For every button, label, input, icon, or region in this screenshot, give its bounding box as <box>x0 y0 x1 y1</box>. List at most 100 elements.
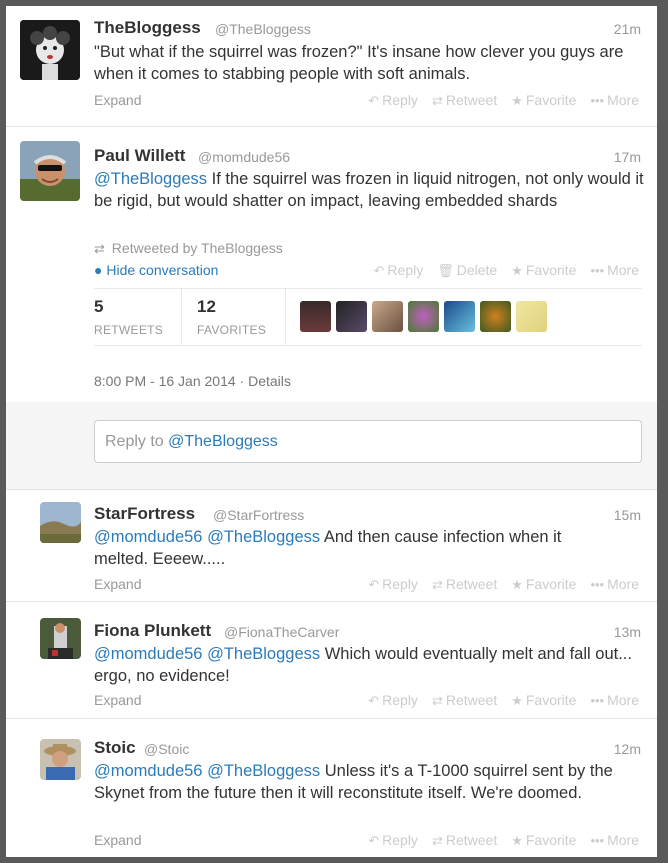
avatar[interactable] <box>40 618 81 659</box>
avatar[interactable] <box>20 20 80 80</box>
favoriter-avatar[interactable] <box>516 301 547 332</box>
reply-icon: ↶ <box>368 93 380 108</box>
tweet-text: @momdude56 @TheBloggess And then cause i… <box>94 528 562 568</box>
tweet-fiona-plunkett[interactable]: Fiona Plunkett @FionaTheCarver 13m @momd… <box>6 602 657 719</box>
tweet-time[interactable]: 15m <box>614 507 641 523</box>
retweets-label: RETWEETS <box>94 323 164 337</box>
mention-link[interactable]: @momdude56 <box>94 762 202 780</box>
star-icon: ★ <box>511 577 523 592</box>
tweet-timeline: TheBloggess @TheBloggess 21m "But what i… <box>6 6 657 857</box>
tweet-text: @TheBloggess If the squirrel was frozen … <box>94 170 644 210</box>
mention-link[interactable]: @momdude56 <box>94 528 202 546</box>
tweet-time[interactable]: 17m <box>614 149 641 165</box>
tweet-thebloggess[interactable]: TheBloggess @TheBloggess 21m "But what i… <box>6 6 657 127</box>
reply-button[interactable]: ↶ Reply <box>368 92 418 109</box>
reply-area: Reply to @TheBloggess <box>6 402 657 490</box>
retweet-button[interactable]: ⇄ Retweet <box>432 576 497 593</box>
mention-link[interactable]: @TheBloggess <box>94 170 207 188</box>
timestamp[interactable]: 8:00 PM - 16 Jan 2014 <box>94 373 236 389</box>
favoriters-avatars <box>300 301 547 332</box>
more-icon: ••• <box>590 577 605 592</box>
mention-link[interactable]: @momdude56 <box>94 645 202 663</box>
more-icon: ••• <box>590 833 605 848</box>
reply-button[interactable]: ↶ Reply <box>368 832 418 849</box>
favoriter-avatar[interactable] <box>444 301 475 332</box>
tweet-actions: ↶ Reply ⇄ Retweet ★ Favorite ••• More <box>368 692 639 709</box>
retweet-icon: ⇄ <box>431 693 443 708</box>
username[interactable]: @FionaTheCarver <box>224 624 339 640</box>
reply-button[interactable]: ↶ Reply <box>368 576 418 593</box>
mention-link[interactable]: @TheBloggess <box>207 528 320 546</box>
details-link[interactable]: Details <box>248 373 291 389</box>
tweet-actions: ↶ Reply ⇄ Retweet ★ Favorite ••• More <box>368 92 639 109</box>
retweet-icon: ⇄ <box>431 93 443 108</box>
expand-link[interactable]: Expand <box>94 576 141 592</box>
tweet-text: @momdude56 @TheBloggess Unless it's a T-… <box>94 762 613 802</box>
avatar[interactable] <box>40 739 81 780</box>
tweet-time[interactable]: 13m <box>614 624 641 640</box>
retweet-button[interactable]: ⇄ Retweet <box>432 92 497 109</box>
tweet-actions: ↶ Reply ⇄ Retweet ★ Favorite ••• More <box>368 832 639 849</box>
favorite-button[interactable]: ★ Favorite <box>511 262 576 279</box>
retweet-icon: ⇄ <box>431 833 443 848</box>
retweeted-by: ⇄ Retweeted by TheBloggess <box>94 240 283 256</box>
mention-link[interactable]: @TheBloggess <box>207 645 320 663</box>
tweet-starfortress[interactable]: StarFortress @StarFortress 15m @momdude5… <box>6 490 657 602</box>
tweet-stoic[interactable]: Stoic @Stoic 12m @momdude56 @TheBloggess… <box>6 719 657 857</box>
favorites-count: 12 <box>197 297 216 316</box>
expand-link[interactable]: Expand <box>94 692 141 708</box>
more-button[interactable]: ••• More <box>590 576 639 593</box>
tweet-time[interactable]: 12m <box>614 741 641 757</box>
reply-input[interactable]: Reply to @TheBloggess <box>94 420 642 463</box>
favoriter-avatar[interactable] <box>336 301 367 332</box>
expand-link[interactable]: Expand <box>94 832 141 848</box>
retweet-icon: ⇄ <box>94 241 105 256</box>
username[interactable]: @StarFortress <box>213 507 304 523</box>
reply-button[interactable]: ↶ Reply <box>374 262 424 279</box>
favoriter-avatar[interactable] <box>480 301 511 332</box>
mention-link[interactable]: @TheBloggess <box>207 762 320 780</box>
reply-icon: ↶ <box>373 263 385 278</box>
username[interactable]: @TheBloggess <box>215 21 311 37</box>
reply-button[interactable]: ↶ Reply <box>368 692 418 709</box>
tweet-metadata: 8:00 PM - 16 Jan 2014 · Details <box>94 373 291 389</box>
more-button[interactable]: ••• More <box>590 692 639 709</box>
tweet-text: "But what if the squirrel was frozen?" I… <box>94 43 624 83</box>
delete-button[interactable]: 🗑 Delete <box>437 262 497 279</box>
trash-icon: 🗑 <box>437 263 454 278</box>
more-button[interactable]: ••• More <box>590 832 639 849</box>
tweet-paul-willett[interactable]: Paul Willett @momdude56 17m @TheBloggess… <box>6 127 657 402</box>
speech-bubble-icon: ● <box>94 262 103 278</box>
retweet-button[interactable]: ⇄ Retweet <box>432 832 497 849</box>
display-name[interactable]: Fiona Plunkett <box>94 621 211 641</box>
favorite-button[interactable]: ★ Favorite <box>511 92 576 109</box>
favorites-label: FAVORITES <box>197 323 267 337</box>
star-icon: ★ <box>511 833 523 848</box>
username[interactable]: @momdude56 <box>198 149 290 165</box>
reply-icon: ↶ <box>368 833 380 848</box>
more-button[interactable]: ••• More <box>590 92 639 109</box>
favorites-stat[interactable]: 12 FAVORITES <box>197 297 266 337</box>
tweet-stats: 5 RETWEETS 12 FAVORITES <box>94 288 642 346</box>
more-button[interactable]: ••• More <box>590 262 639 279</box>
more-icon: ••• <box>590 93 605 108</box>
favoriter-avatar[interactable] <box>408 301 439 332</box>
display-name[interactable]: Stoic <box>94 738 136 758</box>
display-name[interactable]: Paul Willett <box>94 146 185 166</box>
favorite-button[interactable]: ★ Favorite <box>511 576 576 593</box>
tweet-time[interactable]: 21m <box>614 21 641 37</box>
avatar[interactable] <box>20 141 80 201</box>
favoriter-avatar[interactable] <box>372 301 403 332</box>
reply-icon: ↶ <box>368 577 380 592</box>
favorite-button[interactable]: ★ Favorite <box>511 692 576 709</box>
retweets-stat[interactable]: 5 RETWEETS <box>94 297 163 337</box>
avatar[interactable] <box>40 502 81 543</box>
retweet-button[interactable]: ⇄ Retweet <box>432 692 497 709</box>
expand-link[interactable]: Expand <box>94 92 141 108</box>
display-name[interactable]: StarFortress <box>94 504 195 524</box>
hide-conversation-link[interactable]: ● Hide conversation <box>94 262 218 278</box>
display-name[interactable]: TheBloggess <box>94 18 201 38</box>
favoriter-avatar[interactable] <box>300 301 331 332</box>
favorite-button[interactable]: ★ Favorite <box>511 832 576 849</box>
username[interactable]: @Stoic <box>144 741 189 757</box>
